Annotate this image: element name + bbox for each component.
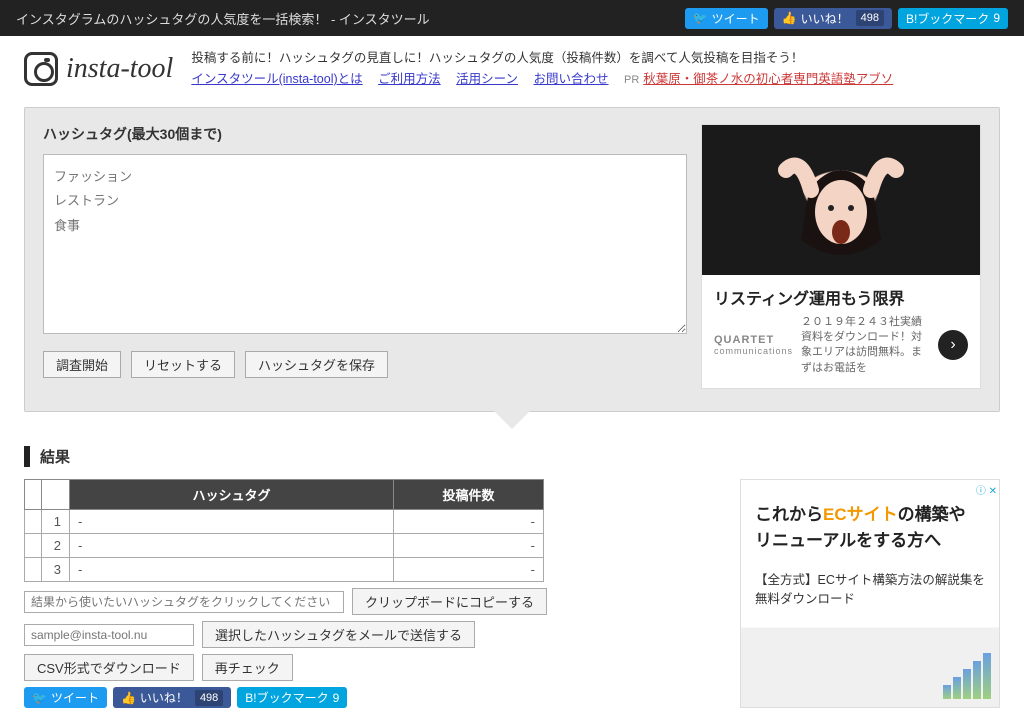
col-count: 投稿件数 [394,480,544,510]
results-section: 結果 ハッシュタグ 投稿件数 1-- 2-- 3-- クリップボードにコピーする [0,412,1024,724]
share-buttons-bottom: 🐦 ツイート 👍 いいね！498 B!ブックマーク 9 [24,687,712,708]
link-pr[interactable]: 秋葉原・御茶ノ水の初心者専門英語塾アブソ [643,72,893,86]
pr-tag: PR [624,74,639,86]
intro-line: 投稿する前に！ハッシュタグの見直しに！ハッシュタグの人気度（投稿件数）を調べて人… [191,48,1000,69]
link-contact[interactable]: お問い合わせ [534,72,609,86]
hatena-bookmark-button[interactable]: B!ブックマーク 9 [898,8,1008,29]
intro-text: 投稿する前に！ハッシュタグの見直しに！ハッシュタグの人気度（投稿件数）を調べて人… [191,48,1000,91]
col-hashtag: ハッシュタグ [70,480,394,510]
save-button[interactable]: ハッシュタグを保存 [245,351,388,378]
share-buttons-top: 🐦 ツイート 👍 いいね！498 B!ブックマーク 9 [685,8,1008,29]
table-row[interactable]: 3-- [25,558,544,582]
recheck-button[interactable]: 再チェック [202,654,293,681]
ad-badge-icon-2[interactable]: ⓘ ✕ [976,482,997,497]
selected-tags-input[interactable] [24,591,344,613]
ad-description: ２０１９年２４３社実績資料をダウンロード！対象エリアは訪問無料。まずはお電話を [801,315,930,377]
result-controls: クリップボードにコピーする 選択したハッシュタグをメールで送信する CSV形式で… [24,588,712,681]
ad-illustration [751,140,931,275]
hashtag-label: ハッシュタグ(最大30個まで) [43,124,687,144]
nav-links: インスタツール(insta-tool)とは ご利用方法 活用シーン お問い合わせ… [191,69,1000,90]
copy-button[interactable]: クリップボードにコピーする [352,588,547,615]
ad-title: リスティング運用もう限界 [702,275,980,315]
header: insta-tool 投稿する前に！ハッシュタグの見直しに！ハッシュタグの人気度… [0,36,1024,99]
results-heading: 結果 [24,446,1000,467]
arrow-right-icon[interactable]: › [938,330,968,360]
table-header-row: ハッシュタグ 投稿件数 [25,480,544,510]
link-scene[interactable]: 活用シーン [456,72,518,86]
ad-sidebar-2[interactable]: ⓘ ✕ これからECサイトの構築やリニューアルをする方へ 【全方式】ECサイト構… [740,479,1000,708]
ad2-headline: これからECサイトの構築やリニューアルをする方へ [755,502,985,553]
logo-text: insta-tool [66,53,173,85]
topbar: インスタグラムのハッシュタグの人気度を一括検索！ - インスタツール 🐦 ツイー… [0,0,1024,36]
link-usage[interactable]: ご利用方法 [378,72,441,86]
hatena-bookmark-button-2[interactable]: B!ブックマーク 9 [237,687,347,708]
csv-button[interactable]: CSV形式でダウンロード [24,654,194,681]
logo[interactable]: insta-tool [24,52,173,86]
tweet-button-2[interactable]: 🐦 ツイート [24,687,107,708]
start-button[interactable]: 調査開始 [43,351,121,378]
ad-brand: QUARTET communications [714,334,793,356]
tweet-button[interactable]: 🐦 ツイート [685,8,768,29]
ad2-subtext: 【全方式】ECサイト構築方法の解説集を無料ダウンロード [755,571,985,609]
button-row: 調査開始 リセットする ハッシュタグを保存 [43,351,687,378]
mail-button[interactable]: 選択したハッシュタグをメールで送信する [202,621,475,648]
email-input[interactable] [24,624,194,646]
ad-sidebar-1[interactable]: ⓘ ✕ リスティング運用もう限界 QUARTET communications [701,124,981,390]
ad-image [702,125,980,275]
input-panel: ハッシュタグ(最大30個まで) 調査開始 リセットする ハッシュタグを保存 ⓘ … [24,107,1000,413]
table-row[interactable]: 2-- [25,534,544,558]
like-button-2[interactable]: 👍 いいね！498 [113,687,231,708]
like-button[interactable]: 👍 いいね！498 [774,8,892,29]
results-table: ハッシュタグ 投稿件数 1-- 2-- 3-- [24,479,544,582]
reset-button[interactable]: リセットする [131,351,235,378]
hashtag-textarea[interactable] [43,154,687,334]
bar-chart-icon [943,653,991,699]
table-row[interactable]: 1-- [25,510,544,534]
link-about[interactable]: インスタツール(insta-tool)とは [191,72,362,86]
page-title: インスタグラムのハッシュタグの人気度を一括検索！ - インスタツール [16,9,685,28]
instagram-icon [24,52,58,86]
